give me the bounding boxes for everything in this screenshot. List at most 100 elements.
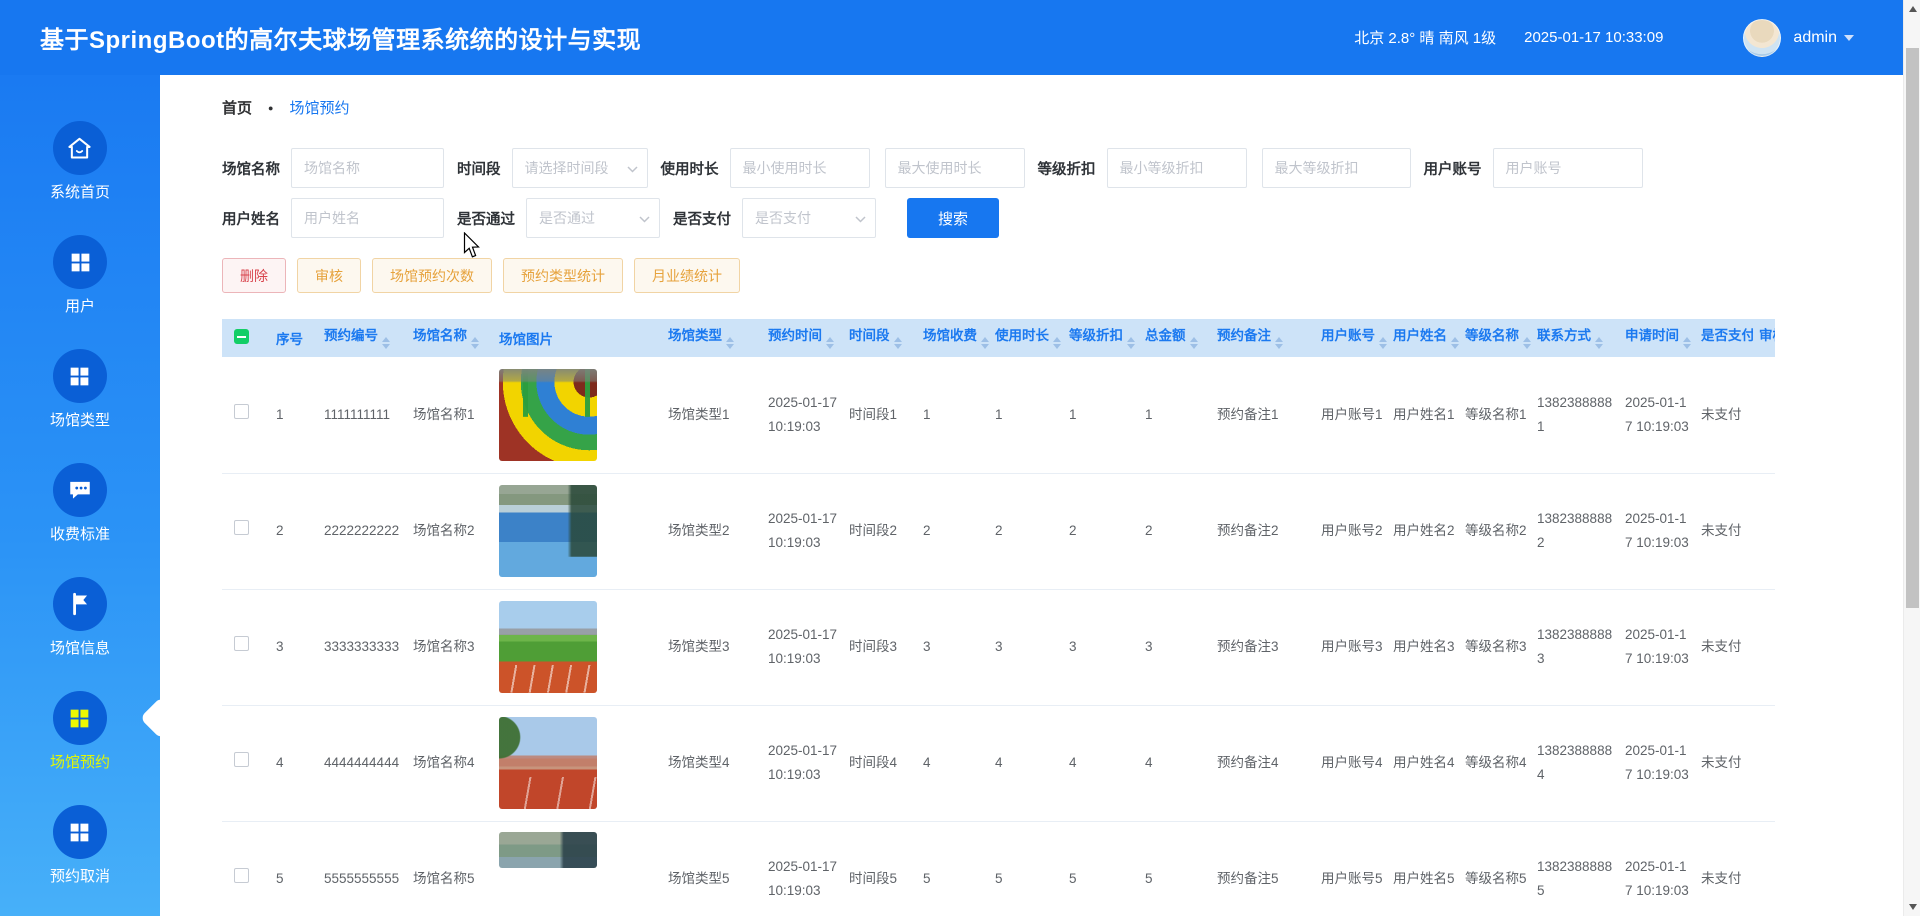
sort-icon[interactable] bbox=[1379, 333, 1387, 353]
sort-icon[interactable] bbox=[981, 333, 989, 353]
col-header-contact[interactable]: 联系方式 bbox=[1531, 319, 1619, 357]
sort-icon[interactable] bbox=[1275, 333, 1283, 353]
main-content: 首页 ● 场馆预约 场馆名称 时间段 请选择时间段 使用时长 bbox=[160, 75, 1903, 916]
sort-icon[interactable] bbox=[894, 333, 902, 353]
col-header-booking_time[interactable]: 预约时间 bbox=[762, 319, 843, 357]
cell-index: 3 bbox=[270, 589, 318, 705]
search-form: 场馆名称 时间段 请选择时间段 使用时长 等级折扣 bbox=[222, 148, 1903, 238]
sort-icon[interactable] bbox=[1523, 333, 1531, 353]
vertical-scrollbar[interactable] bbox=[1903, 0, 1920, 916]
col-header-venue_type[interactable]: 场馆类型 bbox=[662, 319, 762, 357]
sort-icon[interactable] bbox=[1451, 333, 1459, 353]
chevron-down-icon[interactable] bbox=[1844, 35, 1854, 46]
sidebar-item-venue-booking[interactable]: 场馆预约 bbox=[50, 691, 110, 773]
booking-count-button[interactable]: 场馆预约次数 bbox=[372, 258, 492, 293]
sidebar-item-venue-type[interactable]: 场馆类型 bbox=[50, 349, 110, 431]
search-button[interactable]: 搜索 bbox=[907, 198, 999, 238]
row-checkbox[interactable] bbox=[234, 868, 249, 883]
select-all-checkbox[interactable] bbox=[234, 329, 249, 344]
grid-icon bbox=[53, 691, 107, 745]
audit-button[interactable]: 审核 bbox=[297, 258, 361, 293]
booking-type-stats-button[interactable]: 预约类型统计 bbox=[503, 258, 623, 293]
cell-usage_duration: 3 bbox=[989, 589, 1063, 705]
cell-contact: 13823888883 bbox=[1531, 589, 1619, 705]
user-name-input[interactable] bbox=[291, 198, 444, 238]
sort-icon[interactable] bbox=[1127, 333, 1135, 353]
approved-select[interactable]: 是否通过 bbox=[526, 198, 660, 238]
sidebar-item-users[interactable]: 用户 bbox=[53, 235, 107, 317]
table-row: 55555555555场馆名称5场馆类型52025-01-17 10:19:03… bbox=[222, 821, 1775, 916]
sort-icon[interactable] bbox=[1053, 333, 1061, 353]
min-discount-input[interactable] bbox=[1107, 148, 1247, 188]
sort-icon[interactable] bbox=[471, 333, 479, 353]
grid-icon bbox=[53, 235, 107, 289]
col-header-review_reply[interactable]: 审核回复 bbox=[1753, 319, 1775, 357]
sidebar-item-home[interactable]: 系统首页 bbox=[50, 121, 110, 203]
paid-select[interactable]: 是否支付 bbox=[742, 198, 876, 238]
cell-venue_fee: 1 bbox=[917, 357, 989, 473]
cell-total_amount: 5 bbox=[1139, 821, 1211, 916]
col-header-venue_fee[interactable]: 场馆收费 bbox=[917, 319, 989, 357]
cell-venue_type: 场馆类型2 bbox=[662, 473, 762, 589]
sort-icon[interactable] bbox=[726, 333, 734, 353]
sidebar-item-venue-info[interactable]: 场馆信息 bbox=[50, 577, 110, 659]
col-header-venue_name[interactable]: 场馆名称 bbox=[407, 319, 493, 357]
col-header-level_name[interactable]: 等级名称 bbox=[1459, 319, 1531, 357]
col-header-apply_time[interactable]: 申请时间 bbox=[1619, 319, 1695, 357]
col-header-index: 序号 bbox=[270, 319, 318, 357]
col-header-time_slot[interactable]: 时间段 bbox=[843, 319, 917, 357]
sort-icon[interactable] bbox=[1683, 333, 1691, 353]
col-header-is_paid[interactable]: 是否支付 bbox=[1695, 319, 1753, 357]
breadcrumb-separator: ● bbox=[268, 103, 273, 113]
col-header-user_account[interactable]: 用户账号 bbox=[1315, 319, 1387, 357]
cell-venue_fee: 4 bbox=[917, 705, 989, 821]
cell-review_reply bbox=[1753, 705, 1775, 821]
sort-icon[interactable] bbox=[826, 333, 834, 353]
cell-venue_type: 场馆类型4 bbox=[662, 705, 762, 821]
row-checkbox[interactable] bbox=[234, 520, 249, 535]
row-checkbox[interactable] bbox=[234, 752, 249, 767]
monthly-stats-button[interactable]: 月业绩统计 bbox=[634, 258, 740, 293]
cell-booking_no: 5555555555 bbox=[318, 821, 407, 916]
cell-booking_no: 4444444444 bbox=[318, 705, 407, 821]
delete-button[interactable]: 删除 bbox=[222, 258, 286, 293]
chat-icon bbox=[53, 463, 107, 517]
col-header-booking_note[interactable]: 预约备注 bbox=[1211, 319, 1315, 357]
sort-icon[interactable] bbox=[382, 333, 390, 353]
user-account-input[interactable] bbox=[1493, 148, 1643, 188]
cell-review_reply bbox=[1753, 589, 1775, 705]
col-header-venue_image: 场馆图片 bbox=[493, 319, 662, 357]
col-header-user_name[interactable]: 用户姓名 bbox=[1387, 319, 1459, 357]
col-header-level_discount[interactable]: 等级折扣 bbox=[1063, 319, 1139, 357]
cell-level_discount: 2 bbox=[1063, 473, 1139, 589]
col-header-usage_duration[interactable]: 使用时长 bbox=[989, 319, 1063, 357]
breadcrumb-current[interactable]: 场馆预约 bbox=[289, 97, 349, 118]
max-discount-input[interactable] bbox=[1262, 148, 1411, 188]
sidebar-item-label: 场馆类型 bbox=[50, 411, 110, 431]
col-header-booking_no[interactable]: 预约编号 bbox=[318, 319, 407, 357]
scrollbar-thumb[interactable] bbox=[1906, 48, 1919, 608]
min-usage-input[interactable] bbox=[730, 148, 870, 188]
scroll-up-arrow-icon[interactable] bbox=[1904, 0, 1920, 17]
row-checkbox[interactable] bbox=[234, 636, 249, 651]
sidebar-item-booking-cancel[interactable]: 预约取消 bbox=[50, 805, 110, 887]
time-slot-select[interactable]: 请选择时间段 bbox=[512, 148, 648, 188]
sidebar-item-label: 系统首页 bbox=[50, 183, 110, 203]
sort-icon[interactable] bbox=[1595, 333, 1603, 353]
sort-icon[interactable] bbox=[1190, 333, 1198, 353]
scroll-down-arrow-icon[interactable] bbox=[1904, 899, 1920, 916]
cell-venue_image bbox=[493, 589, 662, 705]
venue-name-label: 场馆名称 bbox=[222, 158, 280, 179]
col-header-total_amount[interactable]: 总金额 bbox=[1139, 319, 1211, 357]
max-usage-input[interactable] bbox=[885, 148, 1025, 188]
username-label[interactable]: admin bbox=[1793, 29, 1837, 47]
avatar[interactable] bbox=[1743, 19, 1781, 57]
venue-image-red-court-buildings bbox=[499, 717, 597, 809]
sidebar-item-fee-standard[interactable]: 收费标准 bbox=[50, 463, 110, 545]
venue-name-input[interactable] bbox=[291, 148, 444, 188]
row-checkbox[interactable] bbox=[234, 404, 249, 419]
home-icon bbox=[53, 121, 107, 175]
cell-usage_duration: 1 bbox=[989, 357, 1063, 473]
cell-checkbox bbox=[222, 705, 270, 821]
breadcrumb-home[interactable]: 首页 bbox=[222, 97, 252, 118]
